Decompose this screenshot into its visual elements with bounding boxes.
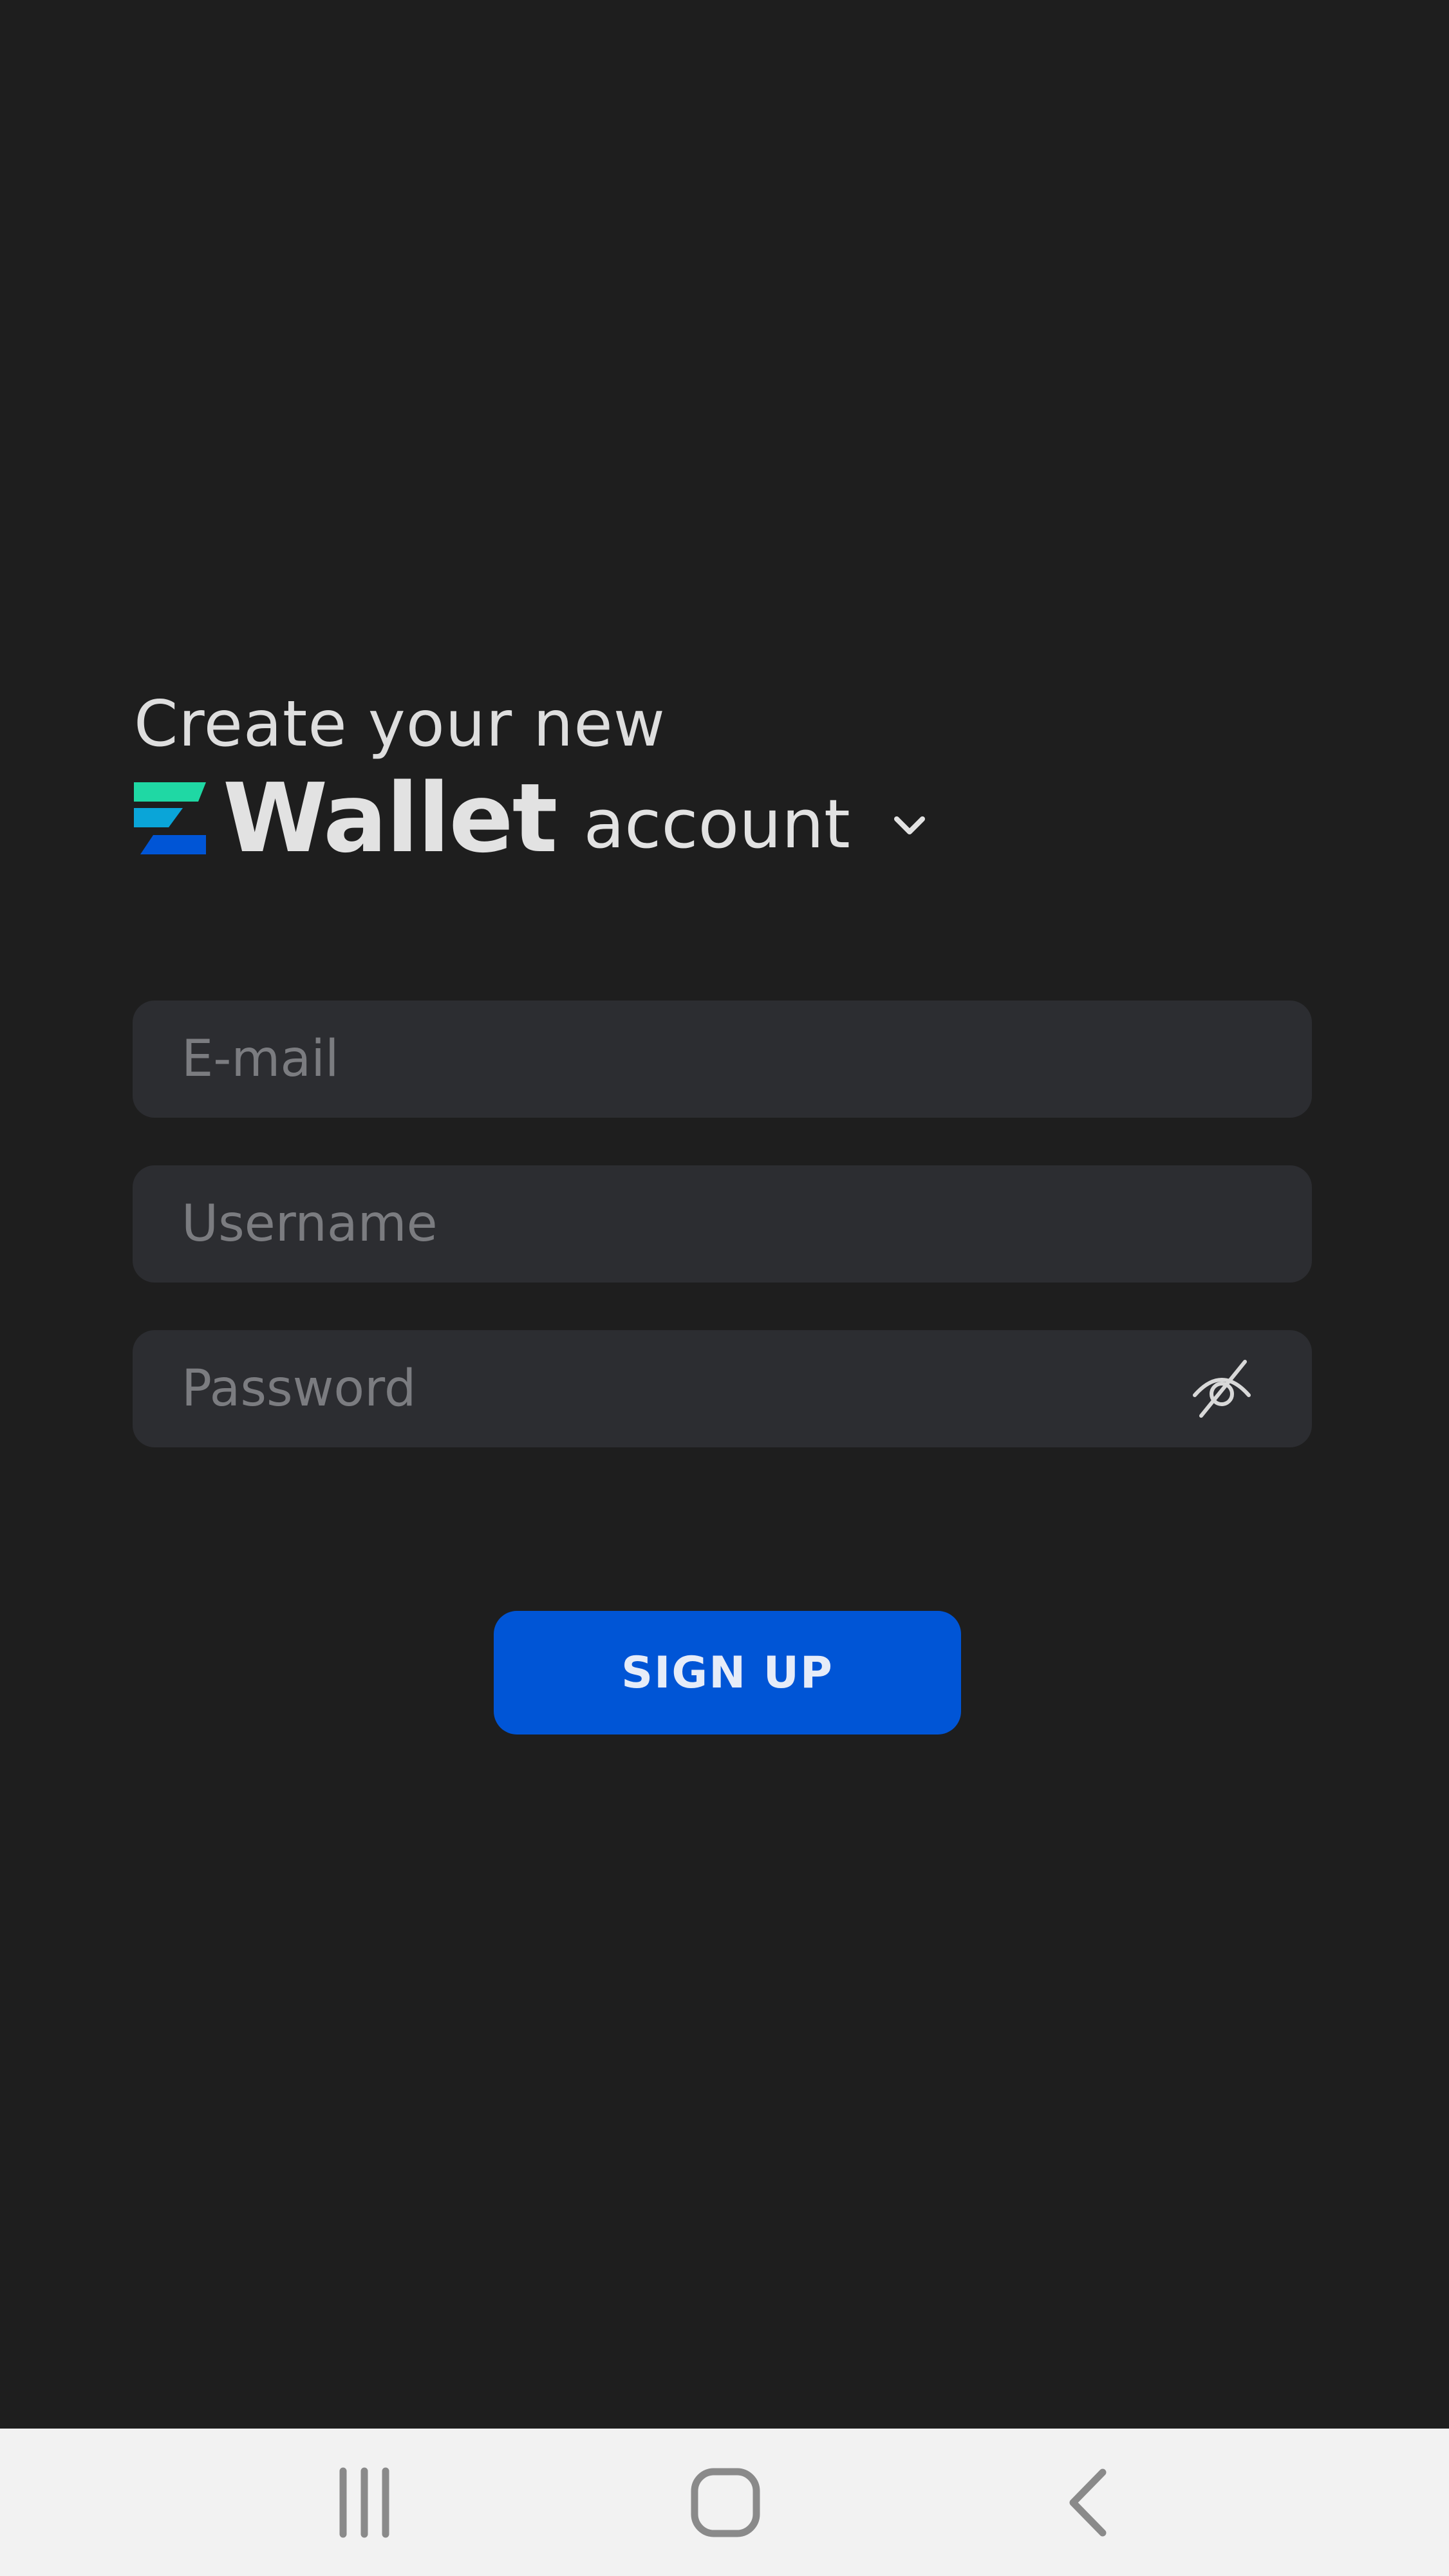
email-field[interactable]	[133, 1000, 1312, 1118]
recent-apps-icon	[339, 2467, 389, 2537]
sign-up-button[interactable]: SIGN UP	[494, 1611, 961, 1735]
home-button[interactable]	[690, 2467, 761, 2538]
system-navigation-bar	[0, 2429, 1449, 2576]
heading: Create your new Wallet account	[134, 682, 929, 867]
eye-off-icon[interactable]	[1190, 1357, 1254, 1421]
username-field-container	[133, 1165, 1312, 1283]
username-field[interactable]	[133, 1165, 1312, 1283]
account-label: account	[583, 785, 850, 863]
back-button[interactable]	[1052, 2467, 1123, 2538]
chevron-down-icon[interactable]	[890, 806, 929, 845]
brand-name: Wallet	[223, 763, 557, 874]
signup-screen: Create your new Wallet account SIGN UP	[0, 0, 1449, 2576]
home-icon	[691, 2468, 760, 2537]
brand-logo-icon	[134, 782, 206, 854]
password-field[interactable]	[133, 1330, 1190, 1448]
account-selector[interactable]: Wallet account	[134, 770, 929, 867]
password-field-container	[133, 1330, 1312, 1448]
back-icon	[1069, 2468, 1107, 2536]
recent-apps-button[interactable]	[329, 2467, 400, 2538]
heading-line1: Create your new	[134, 688, 666, 761]
email-field-container	[133, 1000, 1312, 1118]
